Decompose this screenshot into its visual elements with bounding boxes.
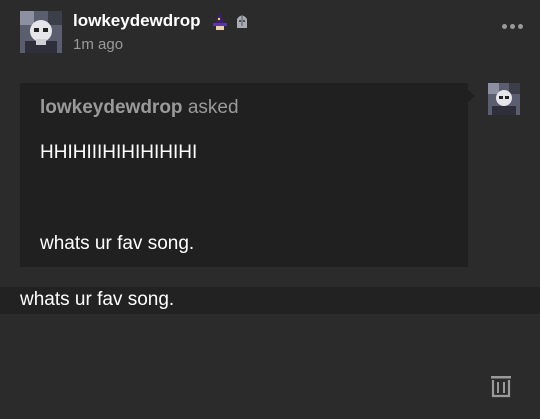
avatar-image (20, 11, 62, 53)
dot (502, 24, 507, 29)
dot (518, 24, 523, 29)
ask-bubble-pointer (466, 88, 475, 104)
post-container: lowkeydewdrop 1m ago lowkeydewdrop asked… (0, 0, 540, 419)
asked-label: asked (187, 97, 239, 118)
ask-box: lowkeydewdrop asked HHIHIIIHIHIHIHIHI wh… (20, 83, 468, 267)
asker-username[interactable]: lowkeydewdrop (40, 97, 183, 118)
trash-icon[interactable] (489, 374, 513, 398)
answer-block: whats ur fav song. (0, 287, 540, 314)
user-avatar[interactable] (20, 11, 62, 53)
asker-avatar-image (488, 83, 520, 115)
post-username[interactable]: lowkeydewdrop (73, 11, 201, 31)
wizard-hat-icon (213, 12, 227, 30)
asker-avatar[interactable] (488, 83, 520, 115)
more-options-icon[interactable] (502, 24, 523, 29)
ask-question-line-1: HHIHIIIHIHIHIHIHI (40, 142, 198, 163)
answer-text: whats ur fav song. (20, 289, 175, 310)
user-badges (212, 12, 250, 30)
asker-line: lowkeydewdrop asked (40, 97, 239, 119)
dot (510, 24, 515, 29)
knight-helmet-icon (237, 15, 247, 28)
post-timestamp: 1m ago (73, 36, 124, 53)
ask-question-line-2: whats ur fav song. (40, 233, 195, 254)
